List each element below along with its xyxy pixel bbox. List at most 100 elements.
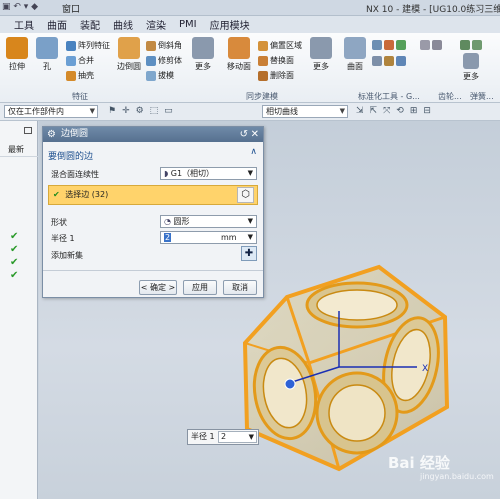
trim-body-button[interactable]: 修剪体 — [146, 55, 182, 66]
pattern-feature-button[interactable]: 阵列特征 — [66, 40, 110, 51]
check-icon: ✔ — [53, 190, 60, 199]
chevron-down-icon: ▼ — [247, 217, 253, 225]
close-icon[interactable]: ✕ — [251, 127, 259, 142]
select-edge-row[interactable]: ✔ 选择边 (32) ⬡ — [48, 185, 258, 205]
chevron-down-icon: ▼ — [89, 107, 95, 115]
app-title: NX 10 - 建模 - [UG10.0练习三维建 — [366, 5, 500, 15]
tab-applications[interactable]: 应用模块 — [210, 17, 250, 32]
selection-bar: 仅在工作部件内 ▼ ⚑✛⚙⬚▭ 相切曲线 ▼ ⇲⇱⤧⟲⊞⊟ — [0, 103, 500, 121]
curve-rule-dropdown[interactable]: 相切曲线 ▼ — [262, 105, 348, 118]
delete-face-icon — [258, 70, 268, 81]
more-sync-label: 更多 — [313, 62, 329, 71]
extrude-button[interactable]: 拉伸 — [0, 37, 34, 72]
tab-curve[interactable]: 曲线 — [113, 17, 133, 32]
chevron-up-icon[interactable]: ∧ — [250, 147, 257, 157]
dialog-divider — [43, 270, 263, 271]
delete-face-button[interactable]: 删除面 — [258, 70, 294, 81]
edge-blend-label: 边倒圆 — [117, 62, 141, 71]
unite-icon — [66, 55, 76, 66]
ribbon-tabs: 工具 曲面 装配 曲线 渲染 PMI 应用模块 — [0, 16, 500, 33]
reset-icon[interactable]: ↺ — [240, 127, 248, 142]
more-feature-button[interactable]: 更多 — [186, 37, 220, 72]
add-new-set-label: 添加新集 — [51, 251, 83, 260]
add-new-set-button[interactable]: ✚ — [241, 246, 257, 261]
shell-label: 抽壳 — [78, 71, 94, 80]
selection-scope-dropdown[interactable]: 仅在工作部件内 ▼ — [4, 105, 98, 118]
selection-intent-icons[interactable]: ⇲⇱⤧⟲⊞⊟ — [356, 106, 437, 116]
shape-value: 圆形 — [173, 217, 190, 226]
tab-render[interactable]: 渲染 — [146, 17, 166, 32]
snap-toolbar-icons[interactable]: ⚑✛⚙⬚▭ — [108, 106, 179, 116]
cube-selection-icon[interactable]: ⬡ — [237, 187, 254, 203]
trim-body-label: 修剪体 — [158, 56, 182, 65]
cancel-button[interactable]: 取消 — [223, 280, 257, 295]
chamfer-label: 倒斜角 — [158, 41, 182, 50]
check-icon: ✔ — [10, 257, 19, 268]
unite-label: 合并 — [78, 56, 94, 65]
more-tools-label: 更多 — [463, 72, 479, 81]
onscreen-radius-label: 半径 1 — [191, 432, 215, 441]
chevron-down-icon: ▼ — [339, 107, 345, 115]
unite-button[interactable]: 合并 — [66, 55, 94, 66]
dialog-title-bar[interactable]: ⚙ 边倒圆 ↺ ✕ — [43, 127, 263, 142]
replace-face-label: 替换面 — [270, 56, 294, 65]
surface-icon — [344, 37, 366, 59]
chamfer-icon — [146, 40, 156, 51]
apply-button[interactable]: 应用 — [183, 280, 217, 295]
tab-pmi[interactable]: PMI — [179, 19, 197, 30]
draft-button[interactable]: 拔模 — [146, 70, 174, 81]
radius-drag-handle — [284, 378, 296, 390]
chamfer-button[interactable]: 倒斜角 — [146, 40, 182, 51]
extrude-icon — [6, 37, 28, 59]
chevron-down-icon: ▼ — [248, 433, 254, 441]
more-icon — [192, 37, 214, 59]
delete-face-label: 删除面 — [270, 71, 294, 80]
offset-region-button[interactable]: 偏置区域 — [258, 40, 302, 51]
radius-input[interactable]: 2 mm ▼ — [160, 231, 257, 244]
more-sync-button[interactable]: 更多 — [304, 37, 338, 72]
check-icon: ✔ — [10, 231, 19, 242]
more-feature-label: 更多 — [195, 62, 211, 71]
tab-assembly[interactable]: 装配 — [80, 17, 100, 32]
standard-tool-icons[interactable] — [372, 40, 408, 50]
gear-icon[interactable]: ⚙ — [47, 127, 56, 142]
move-face-button[interactable]: 移动面 — [222, 37, 256, 72]
more-tools-button[interactable]: 更多 — [454, 37, 488, 82]
trim-body-icon — [146, 55, 156, 66]
hole-label: 孔 — [43, 62, 51, 71]
draft-label: 拔模 — [158, 71, 174, 80]
onscreen-radius-field[interactable]: 2 ▼ — [218, 431, 257, 443]
quick-access-icons[interactable]: ▣ ↶ ▾ ◆ — [2, 2, 38, 12]
gear-group-icons[interactable] — [420, 40, 444, 50]
maximize-icon[interactable] — [24, 127, 32, 134]
section-edges-header[interactable]: 要倒圆的边 — [48, 149, 93, 162]
cylinder-gear-icon — [420, 40, 430, 50]
top-hole-inner — [316, 289, 398, 321]
replace-face-button[interactable]: 替换面 — [258, 55, 294, 66]
radius-label: 半径 1 — [51, 234, 75, 243]
group-label-gear: 齿轮... — [438, 92, 462, 101]
continuity-dropdown[interactable]: ◗ G1（相切） ▼ — [160, 167, 257, 180]
tab-tools[interactable]: 工具 — [14, 17, 34, 32]
part-navigator: 最新 ✔ ✔ ✔ ✔ — [0, 121, 38, 499]
hole-button[interactable]: 孔 — [30, 37, 64, 72]
window-menu[interactable]: 窗口 — [62, 2, 80, 15]
pattern-feature-label: 阵列特征 — [78, 41, 110, 50]
spring-tool-icon — [396, 40, 406, 50]
curve-rule-value: 相切曲线 — [266, 107, 298, 116]
fastener-icon — [396, 56, 406, 66]
shape-dropdown[interactable]: ◔ 圆形 ▼ — [160, 215, 257, 228]
tab-surface[interactable]: 曲面 — [47, 17, 67, 32]
surface-button[interactable]: 曲面 — [338, 37, 372, 72]
shell-button[interactable]: 抽壳 — [66, 70, 94, 81]
ribbon: 拉伸 孔 阵列特征 合并 抽壳 边倒圆 倒斜角 修剪体 拔模 更多 移动面 偏置… — [0, 33, 500, 103]
chevron-down-icon: ▼ — [247, 169, 253, 177]
gear-tool-icon — [384, 40, 394, 50]
latest-column-header[interactable]: 最新 — [0, 143, 38, 157]
standard-tool-icons-row2[interactable] — [372, 56, 408, 66]
check-icon: ✔ — [10, 244, 19, 255]
ok-button[interactable]: < 确定 > — [139, 280, 177, 295]
edge-blend-button[interactable]: 边倒圆 — [112, 37, 146, 72]
x-axis-label: X — [422, 364, 428, 374]
onscreen-radius-input[interactable]: 半径 1 2 ▼ — [187, 429, 259, 445]
